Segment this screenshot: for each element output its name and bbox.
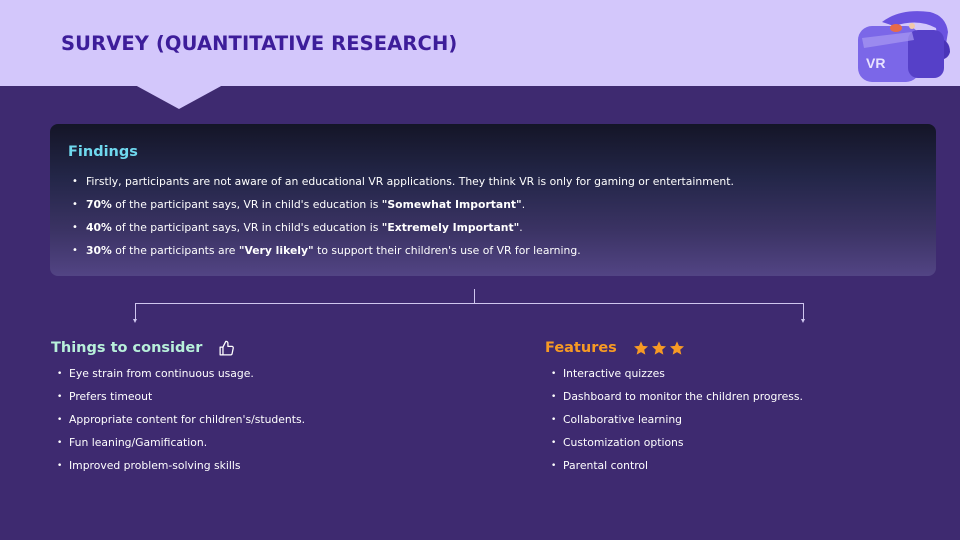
findings-card: Findings Firstly, participants are not a…: [50, 124, 936, 276]
features-section: Features Interactive quizzes Dashboard t…: [545, 338, 803, 482]
header-notch: [135, 85, 223, 109]
features-title: Features: [545, 340, 617, 356]
list-item: Firstly, participants are not aware of a…: [72, 176, 734, 199]
connector-stem: [474, 289, 475, 303]
list-item: Dashboard to monitor the children progre…: [551, 390, 803, 413]
star-rating: [633, 340, 685, 356]
consider-section: Things to consider Eye strain from conti…: [51, 338, 305, 482]
vr-headset-icon: VR: [858, 11, 950, 82]
list-item: Collaborative learning: [551, 413, 803, 436]
connector-left-arrow: [133, 319, 137, 323]
list-item: 40% of the participant says, VR in child…: [72, 222, 734, 245]
consider-title: Things to consider: [51, 340, 203, 356]
star-icon: [651, 341, 666, 355]
list-item: Customization options: [551, 436, 803, 459]
list-item: Improved problem-solving skills: [57, 459, 305, 482]
connector-left-drop: [135, 303, 136, 320]
logo-text: VR: [866, 55, 885, 71]
consider-list: Eye strain from continuous usage. Prefer…: [57, 367, 305, 482]
connector-right-drop: [803, 303, 804, 320]
slide-title: SURVEY (QUANTITATIVE RESEARCH): [61, 32, 458, 55]
findings-title: Findings: [68, 144, 138, 160]
findings-list: Firstly, participants are not aware of a…: [72, 176, 734, 268]
star-icon: [633, 341, 648, 355]
list-item: Appropriate content for children's/stude…: [57, 413, 305, 436]
list-item: Fun leaning/Gamification.: [57, 436, 305, 459]
list-item: 70% of the participant says, VR in child…: [72, 199, 734, 222]
list-item: Eye strain from continuous usage.: [57, 367, 305, 390]
connector-horizontal: [135, 303, 804, 304]
list-item: Parental control: [551, 459, 803, 482]
star-icon: [669, 341, 684, 355]
thumbs-up-icon: [219, 340, 235, 356]
features-list: Interactive quizzes Dashboard to monitor…: [551, 367, 803, 482]
list-item: Interactive quizzes: [551, 367, 803, 390]
list-item: Prefers timeout: [57, 390, 305, 413]
list-item: 30% of the participants are "Very likely…: [72, 245, 734, 268]
connector-right-arrow: [801, 319, 805, 323]
